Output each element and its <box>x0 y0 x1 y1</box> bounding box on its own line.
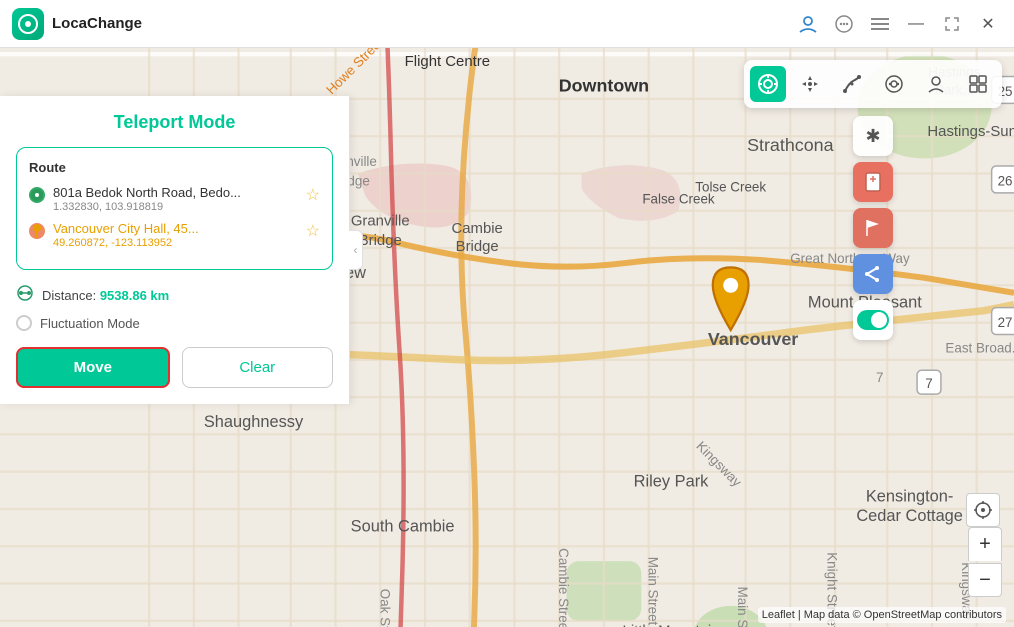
route-label: Route <box>29 160 320 175</box>
svg-text:East Broad...: East Broad... <box>945 340 1014 355</box>
action-row: Move Clear <box>16 347 333 388</box>
route-end-star[interactable]: ☆ <box>306 221 320 241</box>
app-logo <box>12 8 44 40</box>
move-mode-button[interactable] <box>792 66 828 102</box>
zoom-out-button[interactable]: − <box>968 563 1002 597</box>
svg-text:Vancouver Harbour: Vancouver Harbour <box>377 48 518 51</box>
map-attribution: Leaflet | Map data © OpenStreetMap contr… <box>758 607 1006 623</box>
svg-text:Shaughnessy: Shaughnessy <box>204 413 304 431</box>
joystick-mode-button[interactable] <box>876 66 912 102</box>
zoom-controls: + − <box>968 527 1002 597</box>
svg-text:7: 7 <box>876 370 883 385</box>
svg-text:South Cambie: South Cambie <box>351 517 455 535</box>
svg-text:Cambie: Cambie <box>451 221 502 237</box>
svg-text:Bridge: Bridge <box>456 239 499 255</box>
route-start-coords: 1.332830, 103.918819 <box>53 201 298 213</box>
bookmark-button[interactable] <box>853 162 893 202</box>
toggle-switch[interactable] <box>857 310 889 330</box>
zoom-in-button[interactable]: + <box>968 527 1002 561</box>
fluctuation-row: Fluctuation Mode <box>16 315 333 331</box>
title-bar: LocaChange — ✕ <box>0 0 1014 48</box>
route-end-name: Vancouver City Hall, 45... <box>53 221 298 236</box>
route-start-dot <box>29 187 45 203</box>
svg-text:Cambie Street: Cambie Street <box>556 548 571 627</box>
title-bar-left: LocaChange <box>12 8 142 40</box>
route-end-item: Vancouver City Hall, 45... 49.260872, -1… <box>29 221 320 249</box>
svg-text:Main Street: Main Street <box>735 587 750 627</box>
svg-text:Cedar Cottage: Cedar Cottage <box>856 507 963 525</box>
distance-text: Distance: 9538.86 km <box>42 288 169 303</box>
route-start-item: 801a Bedok North Road, Bedo... 1.332830,… <box>29 185 320 213</box>
title-bar-right: — ✕ <box>794 10 1002 38</box>
svg-text:Oak Street: Oak Street <box>377 589 392 627</box>
svg-text:7: 7 <box>925 376 932 391</box>
svg-text:Kensington-: Kensington- <box>866 488 953 506</box>
svg-text:Flight Centre: Flight Centre <box>405 54 490 70</box>
profile-mode-button[interactable] <box>918 66 954 102</box>
message-icon[interactable] <box>830 10 858 38</box>
svg-text:Main Street: Main Street <box>646 557 661 626</box>
toggle-knob <box>871 312 887 328</box>
mode-bar <box>744 60 1002 108</box>
history-mode-button[interactable] <box>960 66 996 102</box>
svg-text:Downtown: Downtown <box>559 75 649 95</box>
fluctuation-label: Fluctuation Mode <box>40 316 140 331</box>
route-end-coords: 49.260872, -123.113952 <box>53 237 298 249</box>
route-end-dot <box>29 223 45 239</box>
svg-text:Riley Park: Riley Park <box>634 473 709 491</box>
distance-icon <box>16 284 34 307</box>
route-start-star[interactable]: ☆ <box>306 185 320 205</box>
app-title: LocaChange <box>52 15 142 32</box>
locate-button[interactable] <box>966 493 1000 527</box>
teleport-mode-button[interactable] <box>750 66 786 102</box>
svg-text:Bridge: Bridge <box>359 233 402 249</box>
route-mode-button[interactable] <box>834 66 870 102</box>
fluctuation-checkbox[interactable] <box>16 315 32 331</box>
close-button[interactable]: ✕ <box>974 10 1002 38</box>
svg-text:Granville: Granville <box>351 214 410 230</box>
teleport-panel: Teleport Mode Route 801a Bedok North Roa… <box>0 96 350 404</box>
route-start-name: 801a Bedok North Road, Bedo... <box>53 185 298 200</box>
panel-title: Teleport Mode <box>16 112 333 133</box>
side-tools: ✱ <box>853 116 893 340</box>
flag-button[interactable] <box>853 208 893 248</box>
map-container[interactable]: Vancouver Harbour Flight Centre Downtown… <box>0 48 1014 627</box>
maximize-button[interactable] <box>938 10 966 38</box>
minimize-button[interactable]: — <box>902 10 930 38</box>
route-start-text: 801a Bedok North Road, Bedo... 1.332830,… <box>53 185 298 213</box>
menu-icon[interactable] <box>866 10 894 38</box>
route-end-text: Vancouver City Hall, 45... 49.260872, -1… <box>53 221 298 249</box>
profile-icon[interactable] <box>794 10 822 38</box>
collapse-panel-button[interactable]: ‹ <box>349 230 363 270</box>
move-button[interactable]: Move <box>16 347 170 388</box>
asterisk-button[interactable]: ✱ <box>853 116 893 156</box>
right-toolbar: ✱ <box>744 60 1002 340</box>
clear-button[interactable]: Clear <box>182 347 334 388</box>
distance-row: Distance: 9538.86 km <box>16 284 333 307</box>
toggle-button[interactable] <box>853 300 893 340</box>
route-box: Route 801a Bedok North Road, Bedo... 1.3… <box>16 147 333 270</box>
share-button[interactable] <box>853 254 893 294</box>
